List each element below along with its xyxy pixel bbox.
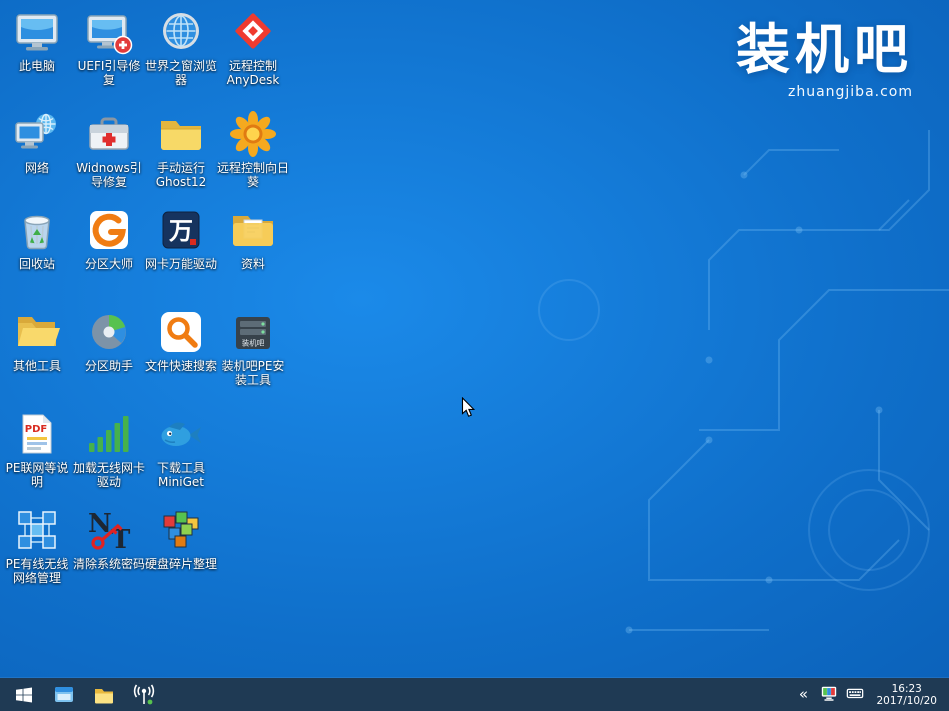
anydesk-remote-icon xyxy=(229,8,277,56)
brand-logo: 装机吧 zhuangjiba.com xyxy=(736,22,913,100)
clock-date: 2017/10/20 xyxy=(876,695,937,707)
circuit-pattern-decoration xyxy=(449,110,949,670)
folderSmall-icon xyxy=(93,684,115,706)
taskbar-app-icons xyxy=(0,678,164,711)
desktop-icon-other-tools[interactable]: 其他工具 xyxy=(0,308,74,373)
desktop-icon-partition-assistant[interactable]: 分区助手 xyxy=(72,308,146,373)
desktop-icon-sunflower-remote[interactable]: 远程控制向日葵 xyxy=(216,110,290,189)
recycle-bin-icon xyxy=(13,206,61,254)
system-tray: « 16:23 2017/10/20 xyxy=(794,678,949,711)
wireless-driver-loader-icon xyxy=(85,410,133,458)
desktop-icon-disk-defrag[interactable]: 硬盘碎片整理 xyxy=(144,506,218,571)
desktop-icon-label: 硬盘碎片整理 xyxy=(144,557,218,571)
other-tools-icon xyxy=(13,308,61,356)
display-icon xyxy=(820,684,838,706)
desktop-icon-label: 其他工具 xyxy=(0,359,74,373)
desktop-icon-pe-network-doc[interactable]: PDF PE联网等说明 xyxy=(0,410,74,489)
desktop-icon-windows-boot-repair[interactable]: Widnows引导修复 xyxy=(72,110,146,189)
tray-keyboard-button[interactable] xyxy=(842,678,868,711)
brand-logo-title: 装机吧 xyxy=(736,22,913,79)
desktop-icon-label: 下载工具MiniGet xyxy=(144,461,218,489)
desktop-icon-network[interactable]: 网络 xyxy=(0,110,74,175)
desktop-icon-partition-master[interactable]: 分区大师 xyxy=(72,206,146,271)
desktop-icon-label: 手动运行Ghost12 xyxy=(144,161,218,189)
taskbar-app-window-button[interactable] xyxy=(44,678,84,711)
clear-system-password-icon: NT xyxy=(85,506,133,554)
nic-universal-driver-icon: 万 xyxy=(157,206,205,254)
desktop-icon-label: PE有线无线网络管理 xyxy=(0,557,74,585)
miniget-downloader-icon xyxy=(157,410,205,458)
desktop-icon-label: 此电脑 xyxy=(0,59,74,73)
desktop-icon-label: 网络 xyxy=(0,161,74,175)
taskbar: « 16:23 2017/10/20 xyxy=(0,678,949,711)
wifi-icon xyxy=(131,684,157,706)
svg-text:装机吧: 装机吧 xyxy=(242,338,265,348)
run-ghost12-icon xyxy=(157,110,205,158)
desktop-icon-label: 装机吧PE安装工具 xyxy=(216,359,290,387)
tray-icons xyxy=(816,678,868,711)
sunflower-remote-icon xyxy=(229,110,277,158)
desktop-icon-uefi-boot-repair[interactable]: UEFI引导修复 xyxy=(72,8,146,87)
desktop-icon-label: 资料 xyxy=(216,257,290,271)
pe-install-tool-icon: 装机吧 xyxy=(229,308,277,356)
desktop-icon-label: 文件快速搜索 xyxy=(144,359,218,373)
svg-text:PDF: PDF xyxy=(25,424,47,435)
taskbar-file-explorer-button[interactable] xyxy=(84,678,124,711)
file-quick-search-icon xyxy=(157,308,205,356)
mouse-cursor xyxy=(461,397,476,419)
taskbar-clock[interactable]: 16:23 2017/10/20 xyxy=(872,683,941,707)
desktop-icon-recycle-bin[interactable]: 回收站 xyxy=(0,206,74,271)
keyboard-icon xyxy=(846,684,864,706)
desktop-icon-label: 回收站 xyxy=(0,257,74,271)
desktop-icon-nic-universal-driver[interactable]: 万网卡万能驱动 xyxy=(144,206,218,271)
windows-boot-repair-icon xyxy=(85,110,133,158)
desktop-icon-label: UEFI引导修复 xyxy=(72,59,146,87)
desktop-icon-label: 远程控制AnyDesk xyxy=(216,59,290,87)
desktop-icon-label: 远程控制向日葵 xyxy=(216,161,290,189)
desktop-icon-wireless-driver-loader[interactable]: 加载无线网卡驱动 xyxy=(72,410,146,489)
this-pc-icon xyxy=(13,8,61,56)
start-button[interactable] xyxy=(4,678,44,711)
uefi-boot-repair-icon xyxy=(85,8,133,56)
tray-expand-chevron-icon[interactable]: « xyxy=(794,678,812,711)
desktop-icon-label: 加载无线网卡驱动 xyxy=(72,461,146,489)
clock-time: 16:23 xyxy=(876,683,937,695)
desktop-icon-label: PE联网等说明 xyxy=(0,461,74,489)
data-folder-icon xyxy=(229,206,277,254)
desktop-icon-data-folder[interactable]: 资料 xyxy=(216,206,290,271)
desktop-icon-pe-network-manager[interactable]: PE有线无线网络管理 xyxy=(0,506,74,585)
desktop-icon-this-pc[interactable]: 此电脑 xyxy=(0,8,74,73)
desktop-icon-clear-system-password[interactable]: NT 清除系统密码 xyxy=(72,506,146,571)
desktop-icon-label: 分区助手 xyxy=(72,359,146,373)
world-window-browser-icon xyxy=(157,8,205,56)
desktop-icon-file-quick-search[interactable]: 文件快速搜索 xyxy=(144,308,218,373)
desktop-icon-anydesk-remote[interactable]: 远程控制AnyDesk xyxy=(216,8,290,87)
network-icon xyxy=(13,110,61,158)
desktop-icon-pe-install-tool[interactable]: 装机吧装机吧PE安装工具 xyxy=(216,308,290,387)
pe-network-manager-icon xyxy=(13,506,61,554)
desktop-icon-label: 清除系统密码 xyxy=(72,557,146,571)
pe-network-doc-icon: PDF xyxy=(13,410,61,458)
appwin-icon xyxy=(53,684,75,706)
desktop-icon-label: 分区大师 xyxy=(72,257,146,271)
desktop-icon-world-window-browser[interactable]: 世界之窗浏览器 xyxy=(144,8,218,87)
desktop-icon-label: 世界之窗浏览器 xyxy=(144,59,218,87)
desktop-icon-run-ghost12[interactable]: 手动运行Ghost12 xyxy=(144,110,218,189)
svg-text:万: 万 xyxy=(169,217,193,245)
tray-display-button[interactable] xyxy=(816,678,842,711)
taskbar-wireless-button[interactable] xyxy=(124,678,164,711)
desktop: 装机吧 zhuangjiba.com 此电脑UEFI引导修复世界之窗浏览器远程控… xyxy=(0,0,949,711)
partition-assistant-icon xyxy=(85,308,133,356)
partition-master-icon xyxy=(85,206,133,254)
desktop-icon-label: Widnows引导修复 xyxy=(72,161,146,189)
start-icon xyxy=(14,685,34,705)
desktop-icon-miniget-downloader[interactable]: 下载工具MiniGet xyxy=(144,410,218,489)
desktop-icon-label: 网卡万能驱动 xyxy=(144,257,218,271)
brand-logo-subtitle: zhuangjiba.com xyxy=(736,84,913,100)
disk-defrag-icon xyxy=(157,506,205,554)
